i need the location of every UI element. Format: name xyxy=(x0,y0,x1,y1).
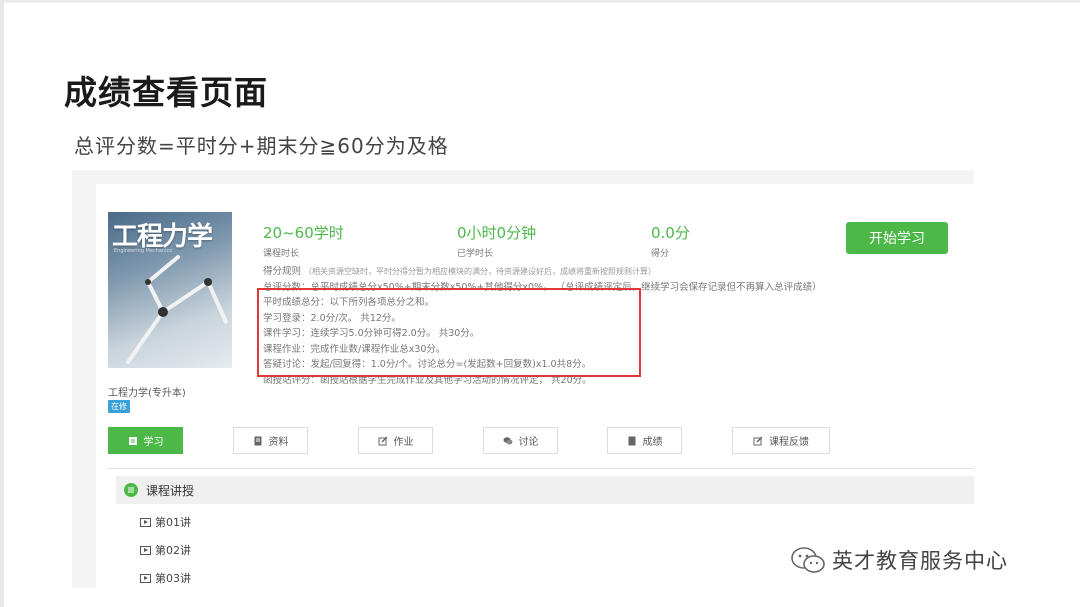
rules-header-line: 得分规则 （相关资源空缺时，平时分得分暂为相应模块的满分，待资源建设好后，成绩将… xyxy=(263,264,963,280)
lecture-item[interactable]: 第02讲 xyxy=(140,542,191,558)
tab-label: 学习 xyxy=(143,437,164,448)
book-icon xyxy=(128,436,137,445)
list-icon xyxy=(124,483,138,497)
rules-header-note: （相关资源空缺时，平时分得分暂为相应模块的满分，待资源建设好后，成绩将重新按照规… xyxy=(304,267,657,276)
stat-value: 20~60学时 xyxy=(263,224,344,242)
stat-label: 已学时长 xyxy=(457,249,494,259)
slide-title: 成绩查看页面 xyxy=(64,73,268,112)
document-icon xyxy=(254,436,261,445)
course-panel: 工程力学 Engineering Mechanics 工程力学(专升本) 在修 … xyxy=(96,184,974,588)
tab-label: 成绩 xyxy=(642,437,663,448)
video-icon xyxy=(140,517,151,527)
course-page-screenshot: 工程力学 Engineering Mechanics 工程力学(专升本) 在修 … xyxy=(72,170,974,588)
tab-materials[interactable]: 资料 xyxy=(233,427,308,454)
slide-subtitle: 总评分数=平时分+期末分≧60分为及格 xyxy=(74,134,449,158)
watermark: 英才教育服务中心 xyxy=(790,545,1008,575)
watermark-text: 英才教育服务中心 xyxy=(832,549,1008,573)
tab-label: 资料 xyxy=(268,437,289,448)
lecture-label: 第02讲 xyxy=(155,544,191,557)
stat-studied-time: 0小时0分钟 已学时长 xyxy=(457,222,536,259)
stat-value: 0小时0分钟 xyxy=(457,224,537,242)
slide-top-border xyxy=(0,0,1080,3)
stat-label: 课程时长 xyxy=(263,249,300,259)
lecture-item[interactable]: 第03讲 xyxy=(140,570,191,586)
video-icon xyxy=(140,545,151,555)
slide-left-border xyxy=(0,0,4,607)
status-badge: 在修 xyxy=(108,400,130,413)
section-title: 课程讲授 xyxy=(146,483,195,498)
cover-subtitle: Engineering Mechanics xyxy=(114,248,172,254)
tab-homework[interactable]: 作业 xyxy=(358,427,433,454)
tab-label: 作业 xyxy=(393,437,414,448)
chat-icon xyxy=(503,436,512,444)
lecture-item[interactable]: 第01讲 xyxy=(140,514,191,530)
course-name: 工程力学(专升本) xyxy=(108,388,186,399)
tab-label: 讨论 xyxy=(518,437,539,448)
course-cover-image[interactable]: 工程力学 Engineering Mechanics xyxy=(108,212,232,368)
edit-icon xyxy=(378,435,388,445)
tab-course-feedback[interactable]: 课程反馈 xyxy=(732,427,830,454)
highlight-box xyxy=(257,288,641,377)
stat-label: 得分 xyxy=(651,249,670,259)
tab-grades[interactable]: 成绩 xyxy=(607,427,682,454)
lecture-label: 第03讲 xyxy=(155,572,191,585)
stat-course-hours: 20~60学时 课程时长 xyxy=(263,222,344,259)
edit-icon xyxy=(753,435,763,445)
tab-divider xyxy=(108,468,974,469)
stat-value: 0.0分 xyxy=(651,224,690,242)
video-icon xyxy=(140,573,151,583)
section-header[interactable]: 课程讲授 xyxy=(116,476,974,504)
tab-discussion[interactable]: 讨论 xyxy=(483,427,558,454)
rules-header: 得分规则 xyxy=(263,266,302,277)
lecture-label: 第01讲 xyxy=(155,516,191,529)
start-learning-button[interactable]: 开始学习 xyxy=(846,222,948,254)
list-icon xyxy=(628,436,635,445)
wechat-icon xyxy=(791,547,825,573)
tab-study[interactable]: 学习 xyxy=(108,427,183,454)
tab-label: 课程反馈 xyxy=(769,437,809,448)
stat-score: 0.0分 得分 xyxy=(651,222,690,259)
